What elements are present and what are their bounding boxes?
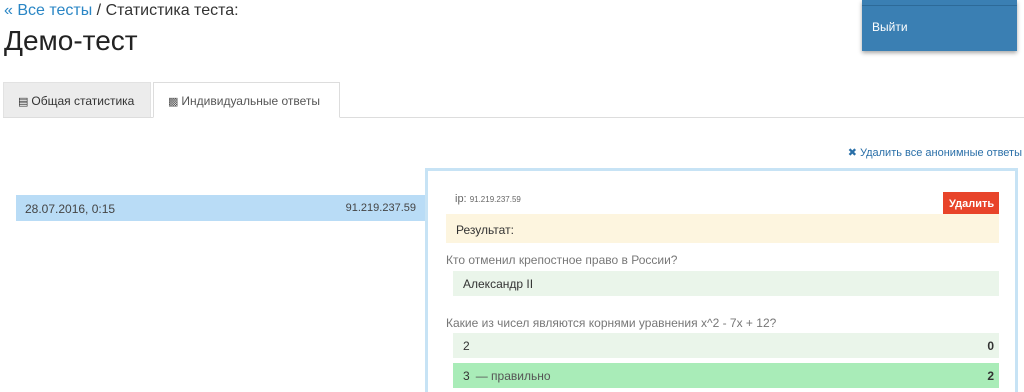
list-icon: ▤ — [18, 96, 29, 108]
answer-option: Александр II — [453, 271, 999, 296]
answer-detail-panel: ip: 91.219.237.59 Удалить Результат: Кто… — [425, 168, 1018, 392]
detail-ip-value: 91.219.237.59 — [469, 195, 521, 204]
detail-ip-label: ip: — [455, 193, 467, 205]
result-bar: Результат: — [446, 214, 999, 243]
delete-answer-button[interactable]: Удалить — [943, 192, 999, 216]
answer-option-text: Александр II — [463, 277, 534, 291]
close-icon: ✖ — [847, 147, 857, 159]
tabs-bar: ▤ Общая статистика ▩ Индивидуальные ответы — [3, 82, 1024, 118]
delete-all-anonymous-link[interactable]: ✖ Удалить все анонимные ответы — [848, 146, 1022, 159]
detail-ip: ip: 91.219.237.59 — [455, 193, 521, 205]
answer-score: 2 — [987, 369, 994, 383]
answer-date: 28.07.2016, 0:15 — [25, 202, 116, 216]
question-text: Какие из чисел являются корнями уравнени… — [446, 316, 777, 330]
breadcrumb-separator: / — [92, 2, 106, 19]
tab-individual-answers-label: Индивидуальные ответы — [181, 94, 321, 108]
tab-individual-answers[interactable]: ▩ Индивидуальные ответы — [153, 82, 340, 118]
answer-score: 0 — [987, 339, 994, 353]
answer-list-item[interactable]: 28.07.2016, 0:15 91.219.237.59 — [16, 195, 426, 221]
answer-option-correct: 3 — правильно 2 — [453, 363, 999, 388]
answer-option-text: 2 — [463, 339, 470, 353]
breadcrumb-current: Статистика теста: — [105, 2, 239, 19]
user-dropdown-menu: Выйти — [862, 0, 1017, 51]
answer-option: 2 0 — [453, 333, 999, 358]
tab-general-stats[interactable]: ▤ Общая статистика — [3, 82, 151, 117]
answer-ip: 91.219.237.59 — [345, 202, 416, 214]
correct-note: — правильно — [475, 369, 551, 383]
page: « Все тесты / Статистика теста: Демо-тес… — [0, 0, 1024, 392]
breadcrumb: « Все тесты / Статистика теста: — [4, 2, 239, 20]
question-text: Кто отменил крепостное право в России? — [446, 253, 678, 267]
page-title: Демо-тест — [4, 25, 138, 56]
tab-general-stats-label: Общая статистика — [31, 94, 135, 108]
answer-option-text: 3 — [463, 369, 470, 383]
sitemap-icon: ▩ — [168, 96, 179, 108]
delete-all-anonymous-label: Удалить все анонимные ответы — [859, 147, 1022, 159]
logout-menu-item[interactable]: Выйти — [862, 6, 1017, 34]
all-tests-link[interactable]: « Все тесты — [4, 2, 92, 19]
